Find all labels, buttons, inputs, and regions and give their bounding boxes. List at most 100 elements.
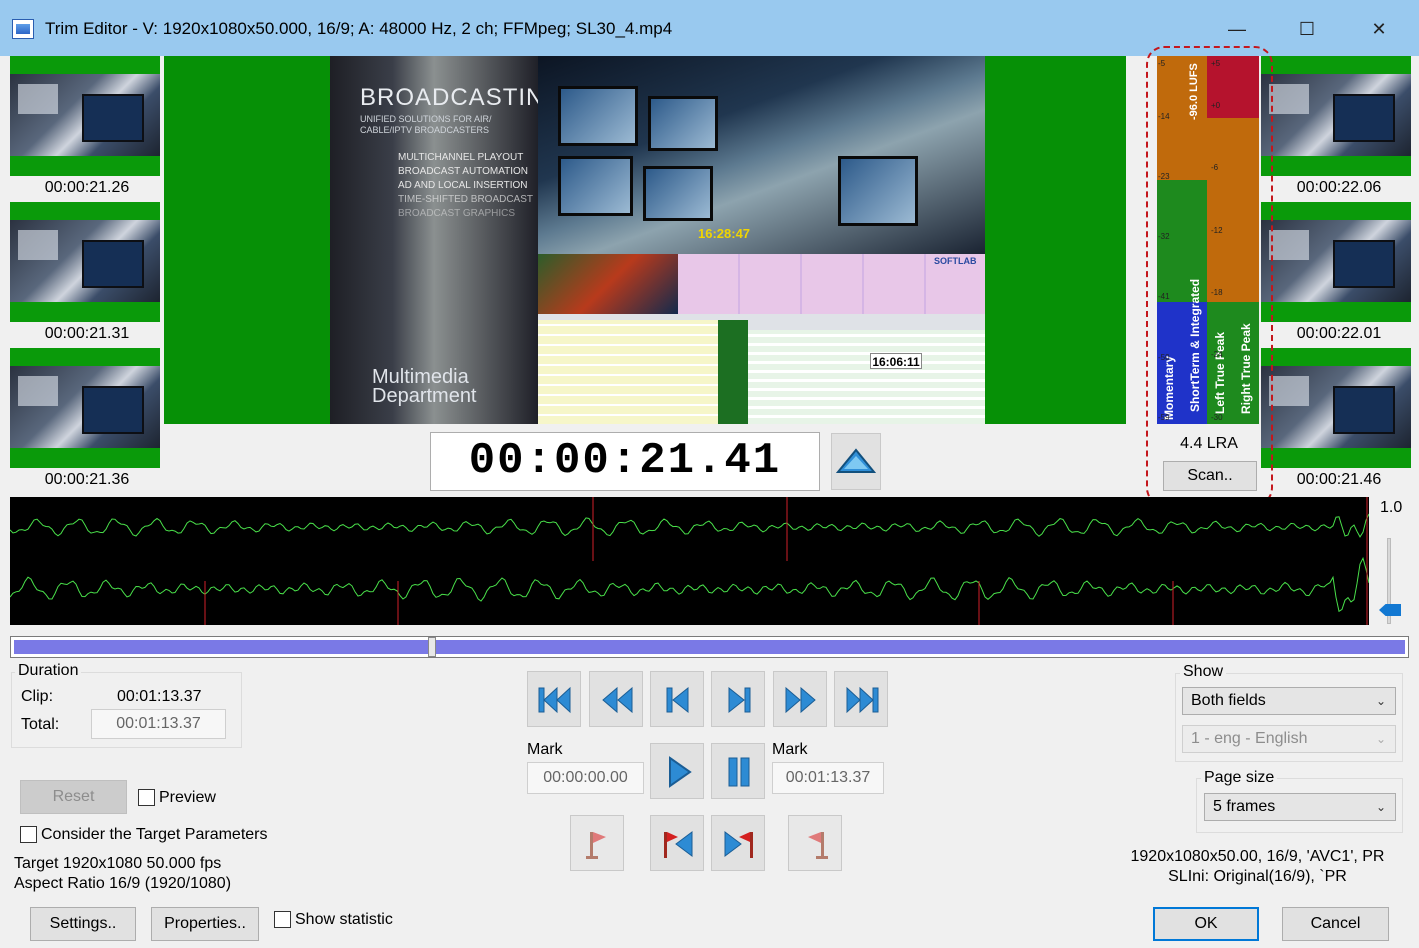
app-icon	[12, 19, 34, 39]
meter-tick: -24	[1211, 350, 1223, 359]
skip-to-start-icon	[538, 686, 571, 714]
go-to-mark-in-button[interactable]	[650, 815, 704, 871]
mark-out-label: Mark	[772, 741, 808, 758]
brand-item: AD AND LOCAL INSERTION	[398, 180, 528, 191]
cancel-button[interactable]: Cancel	[1282, 907, 1389, 941]
fields-select[interactable]: Both fields ⌄	[1182, 687, 1396, 715]
page-size-label: Page size	[1201, 769, 1278, 787]
waveform-channel-2	[10, 556, 1369, 613]
ok-button[interactable]: OK	[1153, 907, 1259, 941]
clip-value: 00:01:13.37	[117, 688, 202, 705]
step-back-icon	[666, 686, 689, 714]
thumbnail-timecode: 00:00:21.26	[44, 179, 130, 196]
timeline-fill	[14, 640, 1405, 654]
frame-clock: 16:06:11	[870, 353, 922, 369]
next-frame-button[interactable]	[711, 671, 765, 727]
shortterm-label: ShortTerm & Integrated	[1188, 278, 1202, 412]
mark-in-value: 00:00:00.00	[527, 762, 644, 794]
thumbnail-left-3[interactable]	[10, 348, 160, 468]
thumbnail-left-2[interactable]	[10, 202, 160, 322]
volume-slider-thumb[interactable]	[1379, 604, 1401, 616]
slini-info: SLIni: Original(16/9), `PR	[1168, 868, 1347, 885]
preview-label: Preview	[159, 789, 216, 806]
set-mark-out-button[interactable]	[788, 815, 842, 871]
go-to-mark-out-button[interactable]	[711, 815, 765, 871]
consider-target-label: Consider the Target Parameters	[41, 826, 268, 843]
thumbnail-right-1[interactable]	[1261, 56, 1411, 176]
brand-bottom: Multimedia Department	[372, 366, 477, 407]
video-frame: BROADCASTING UNIFIED SOLUTIONS FOR AIR/ …	[330, 56, 985, 424]
timeline-bar[interactable]	[10, 636, 1409, 658]
mark-out-value: 00:01:13.37	[772, 762, 884, 794]
minimize-button[interactable]: —	[1214, 10, 1260, 48]
thumbnail-timecode: 00:00:22.01	[1296, 325, 1382, 342]
brand-item: TIME-SHIFTED BROADCAST	[398, 194, 534, 205]
meter-tick: -18	[1211, 288, 1223, 297]
preview-checkbox[interactable]	[138, 789, 155, 806]
meter-tick: -14	[1158, 112, 1170, 121]
meter-tick: -30	[1211, 413, 1223, 422]
rewind-button[interactable]	[589, 671, 643, 727]
right-true-peak-label: Right True Peak	[1239, 323, 1253, 414]
brand-item: BROADCAST GRAPHICS	[398, 208, 516, 219]
play-icon	[669, 756, 692, 788]
audio-waveform[interactable]	[10, 497, 1369, 625]
fast-forward-icon	[785, 686, 816, 714]
thumbnail-timecode: 00:00:22.06	[1296, 179, 1382, 196]
meter-tick: -6	[1211, 163, 1219, 172]
mark-in-label: Mark	[527, 741, 563, 758]
thumbnail-right-2[interactable]	[1261, 202, 1411, 322]
frame-brand-panel: BROADCASTING UNIFIED SOLUTIONS FOR AIR/ …	[330, 56, 563, 424]
window-title: Trim Editor - V: 1920x1080x50.000, 16/9;…	[45, 19, 673, 38]
show-statistic-label: Show statistic	[295, 911, 393, 928]
fast-forward-button[interactable]	[773, 671, 827, 727]
pause-button[interactable]	[711, 743, 765, 799]
waveform-channel-1	[10, 513, 1369, 538]
brand-title: BROADCASTING	[360, 84, 565, 111]
chevron-down-icon: ⌄	[1375, 694, 1386, 708]
integrated-value: -96.0 LUFS	[1188, 63, 1200, 120]
flag-out-icon	[808, 832, 828, 859]
previous-frame-button[interactable]	[650, 671, 704, 727]
go-to-position-button[interactable]	[831, 433, 881, 490]
waveform-graph	[10, 497, 1369, 625]
step-forward-icon	[728, 686, 751, 714]
properties-button[interactable]: Properties..	[151, 907, 259, 941]
total-value: 00:01:13.37	[91, 709, 226, 739]
page-size-select[interactable]: 5 frames ⌄	[1204, 793, 1396, 821]
meter-tick: -41	[1158, 292, 1170, 301]
thumbnail-right-3[interactable]	[1261, 348, 1411, 468]
thumbnail-left-1[interactable]	[10, 56, 160, 176]
meter-tick: -32	[1158, 232, 1170, 241]
duration-group-label: Duration	[15, 662, 82, 680]
meter-tick: -5	[1158, 59, 1166, 68]
target-info: Target 1920x1080 50.000 fps	[14, 855, 222, 872]
monitor-clock: 16:28:47	[698, 226, 751, 241]
go-to-start-button[interactable]	[527, 671, 581, 727]
brand-item: MULTICHANNEL PLAYOUT	[398, 152, 524, 163]
close-button[interactable]: ✕	[1356, 10, 1402, 48]
right-true-peak-meter: Right True Peak	[1233, 56, 1259, 424]
clip-label: Clip:	[21, 688, 54, 705]
set-mark-in-button[interactable]	[570, 815, 624, 871]
play-button[interactable]	[650, 743, 704, 799]
go-to-mark-out-icon	[724, 831, 753, 858]
rewind-icon	[602, 686, 633, 714]
audio-track-select[interactable]: 1 - eng - English ⌄	[1182, 725, 1396, 753]
thumbnail-timecode: 00:00:21.31	[44, 325, 130, 342]
total-label: Total:	[21, 716, 60, 733]
brand-subtitle: UNIFIED SOLUTIONS FOR AIR/ CABLE/IPTV BR…	[360, 114, 492, 135]
show-statistic-checkbox[interactable]	[274, 911, 291, 928]
consider-target-checkbox[interactable]	[20, 826, 37, 843]
settings-button[interactable]: Settings..	[30, 907, 136, 941]
go-to-end-button[interactable]	[834, 671, 888, 727]
meter-tick: -12	[1211, 226, 1223, 235]
chevron-down-icon: ⌄	[1375, 800, 1386, 814]
reset-button[interactable]: Reset	[20, 780, 127, 814]
chevron-down-icon: ⌄	[1375, 732, 1386, 746]
scan-button[interactable]: Scan..	[1163, 461, 1257, 491]
maximize-button[interactable]: ☐	[1284, 10, 1330, 48]
timeline-position-knob[interactable]	[428, 637, 436, 657]
format-info: 1920x1080x50.00, 16/9, 'AVC1', PR	[1130, 848, 1385, 865]
current-timecode: 00:00:21.41	[430, 432, 820, 491]
